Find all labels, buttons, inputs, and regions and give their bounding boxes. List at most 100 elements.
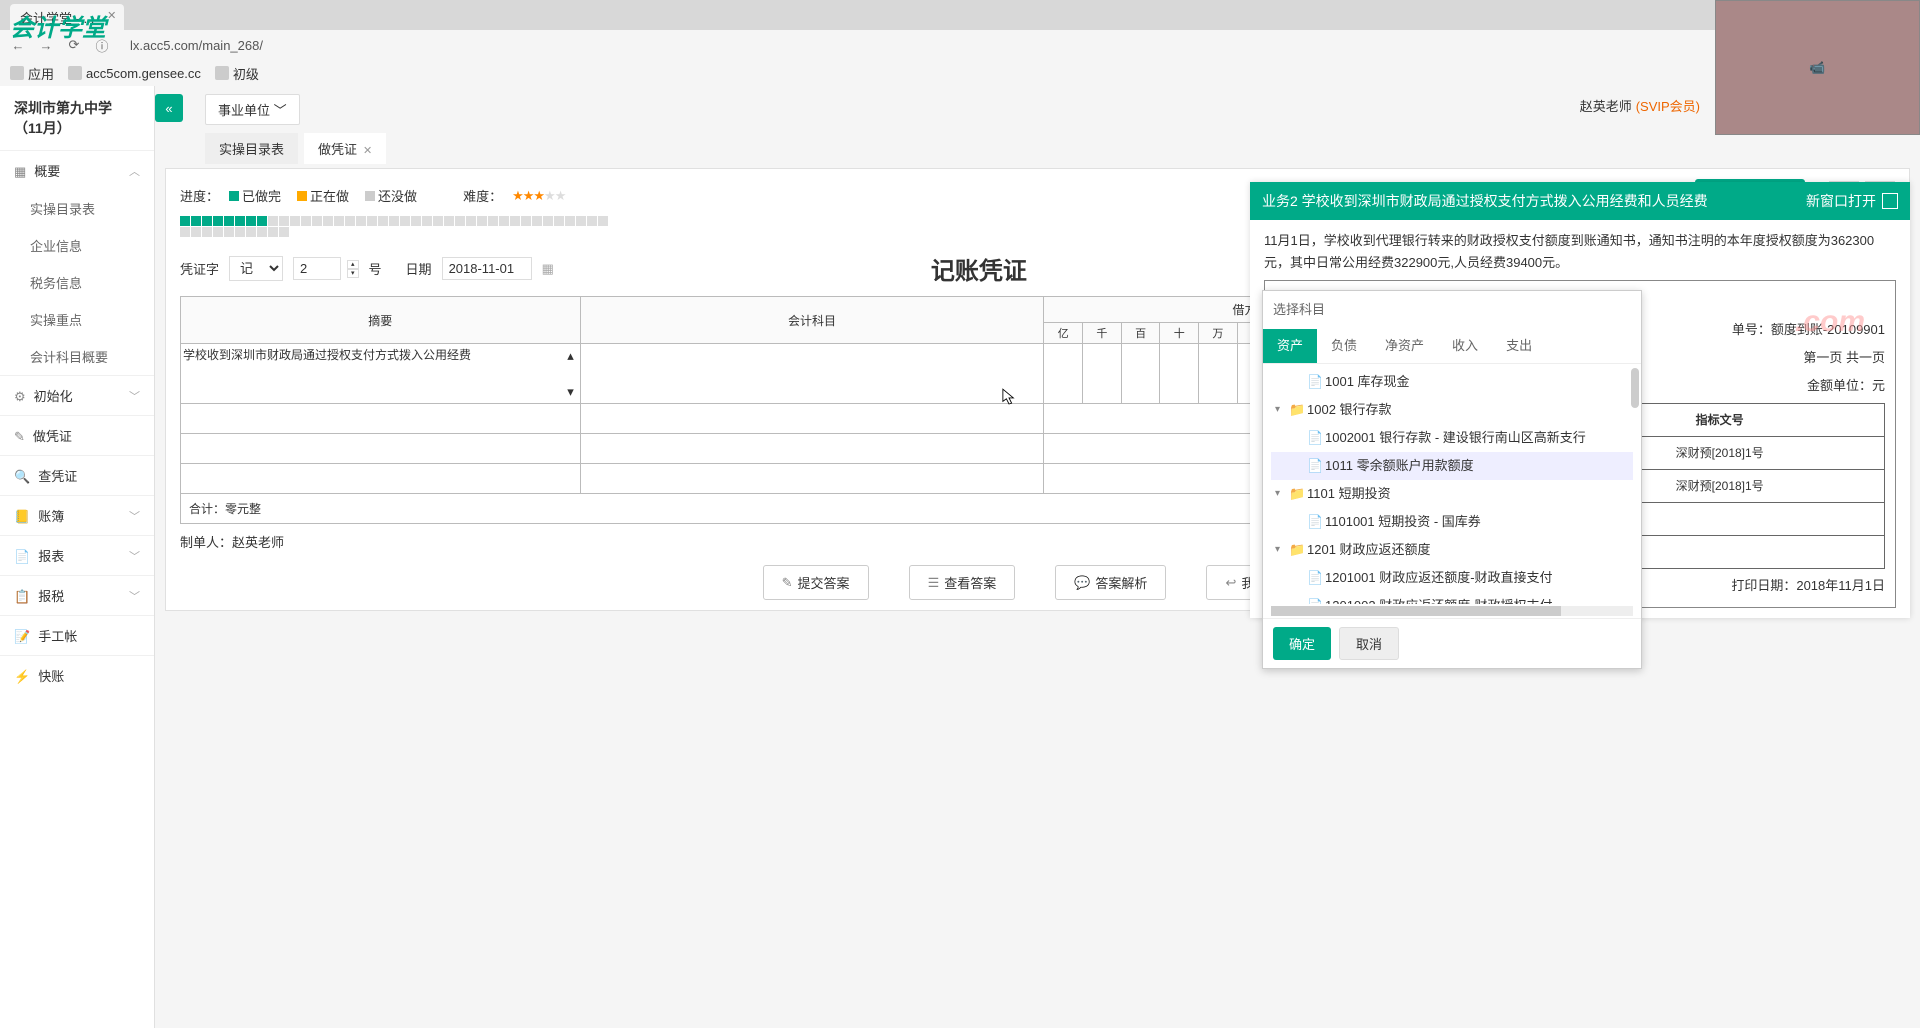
summary-cell[interactable]	[181, 434, 581, 464]
tree-node[interactable]: ▾📁1101 短期投资	[1271, 480, 1633, 508]
scrollbar[interactable]: ▴▾	[564, 348, 578, 400]
scroll-up-icon[interactable]: ▴	[564, 348, 578, 364]
h-scrollbar[interactable]	[1271, 606, 1633, 616]
progress-cell[interactable]	[301, 216, 311, 226]
progress-cell[interactable]	[257, 216, 267, 226]
progress-cell[interactable]	[202, 227, 212, 237]
sidebar-item-subjects[interactable]: 会计科目概要	[0, 338, 154, 375]
tree-node[interactable]: 📄1011 零余额账户用款额度	[1271, 452, 1633, 480]
ok-button[interactable]: 确定	[1273, 627, 1331, 660]
org-dropdown[interactable]: 事业单位 ﹀	[205, 94, 300, 125]
amount-digit[interactable]	[1044, 344, 1083, 404]
amount-digit[interactable]	[1121, 344, 1160, 404]
progress-cell[interactable]	[455, 216, 465, 226]
progress-cell[interactable]	[180, 216, 190, 226]
progress-cell[interactable]	[191, 227, 201, 237]
calendar-icon[interactable]: ▦	[542, 261, 554, 277]
progress-cell[interactable]	[400, 216, 410, 226]
close-icon[interactable]: ✕	[107, 9, 116, 22]
explain-button[interactable]: 💬答案解析	[1055, 565, 1166, 600]
progress-cell[interactable]	[378, 216, 388, 226]
tab-voucher[interactable]: 做凭证✕	[304, 133, 386, 164]
sidebar-group-overview[interactable]: ▦概要︿	[0, 150, 154, 190]
progress-cell[interactable]	[587, 216, 597, 226]
new-window-link[interactable]: 新窗口打开	[1806, 191, 1898, 211]
sidebar-item-catalog[interactable]: 实操目录表	[0, 190, 154, 227]
progress-cell[interactable]	[202, 216, 212, 226]
tree-node[interactable]: 📄1101001 短期投资 - 国库券	[1271, 508, 1633, 536]
amount-digit[interactable]	[1199, 344, 1238, 404]
progress-cell[interactable]	[213, 216, 223, 226]
spin-down-icon[interactable]: ▾	[347, 269, 359, 278]
picker-tab-income[interactable]: 收入	[1438, 329, 1492, 363]
progress-cell[interactable]	[279, 216, 289, 226]
progress-cell[interactable]	[444, 216, 454, 226]
sidebar-group-init[interactable]: ⚙初始化﹀	[0, 375, 154, 415]
progress-cell[interactable]	[488, 216, 498, 226]
picker-tab-expense[interactable]: 支出	[1492, 329, 1546, 363]
sidebar-group-quick[interactable]: ⚡快账	[0, 655, 154, 695]
progress-cell[interactable]	[356, 216, 366, 226]
progress-cell[interactable]	[213, 227, 223, 237]
progress-cell[interactable]	[411, 216, 421, 226]
view-answer-button[interactable]: ☰查看答案	[909, 565, 1016, 600]
progress-cell[interactable]	[554, 216, 564, 226]
progress-cell[interactable]	[268, 227, 278, 237]
progress-cell[interactable]	[191, 216, 201, 226]
progress-cell[interactable]	[180, 227, 190, 237]
bookmark-item[interactable]: 初级	[215, 64, 259, 83]
collapse-sidebar-button[interactable]: «	[155, 94, 183, 122]
picker-tab-net[interactable]: 净资产	[1371, 329, 1438, 363]
number-spinner[interactable]: ▴▾	[347, 260, 359, 278]
picker-tab-asset[interactable]: 资产	[1263, 329, 1317, 363]
scrollbar[interactable]	[1631, 368, 1639, 408]
progress-cell[interactable]	[521, 216, 531, 226]
progress-cell[interactable]	[433, 216, 443, 226]
progress-cell[interactable]	[510, 216, 520, 226]
sidebar-item-keypoints[interactable]: 实操重点	[0, 301, 154, 338]
scrollbar-thumb[interactable]	[1271, 606, 1561, 616]
progress-cell[interactable]	[235, 227, 245, 237]
apps-bookmark[interactable]: 应用	[10, 64, 54, 83]
sidebar-item-tax[interactable]: 税务信息	[0, 264, 154, 301]
expand-icon[interactable]: ▾	[1275, 399, 1285, 421]
progress-cell[interactable]	[532, 216, 542, 226]
progress-cell[interactable]	[477, 216, 487, 226]
close-icon[interactable]: ✕	[363, 145, 372, 157]
bookmark-item[interactable]: acc5com.gensee.cc	[68, 66, 201, 81]
tree-node[interactable]: ▾📁1002 银行存款	[1271, 396, 1633, 424]
progress-cell[interactable]	[422, 216, 432, 226]
progress-cell[interactable]	[323, 216, 333, 226]
summary-cell[interactable]	[181, 464, 581, 494]
progress-cell[interactable]	[257, 227, 267, 237]
subject-cell[interactable]	[580, 434, 1044, 464]
progress-cell[interactable]	[268, 216, 278, 226]
picker-tab-liab[interactable]: 负债	[1317, 329, 1371, 363]
sidebar-group-queryvoucher[interactable]: 🔍查凭证	[0, 455, 154, 495]
sidebar-group-report[interactable]: 📄报表﹀	[0, 535, 154, 575]
sidebar-group-manual[interactable]: 📝手工帐	[0, 615, 154, 655]
tree-node[interactable]: 📄1002001 银行存款 - 建设银行南山区高新支行	[1271, 424, 1633, 452]
sidebar-group-taxfile[interactable]: 📋报税﹀	[0, 575, 154, 615]
progress-cell[interactable]	[499, 216, 509, 226]
progress-cell[interactable]	[367, 216, 377, 226]
progress-cell[interactable]	[565, 216, 575, 226]
progress-cell[interactable]	[290, 216, 300, 226]
progress-cell[interactable]	[224, 216, 234, 226]
progress-cell[interactable]	[279, 227, 289, 237]
amount-digit[interactable]	[1083, 344, 1122, 404]
sidebar-group-makevoucher[interactable]: ✎做凭证	[0, 415, 154, 455]
tree-node[interactable]: 📄1201001 财政应返还额度-财政直接支付	[1271, 564, 1633, 592]
amount-digit[interactable]	[1160, 344, 1199, 404]
progress-cell[interactable]	[543, 216, 553, 226]
scroll-down-icon[interactable]: ▾	[564, 384, 578, 400]
progress-cell[interactable]	[224, 227, 234, 237]
cancel-button[interactable]: 取消	[1339, 627, 1399, 660]
progress-cell[interactable]	[389, 216, 399, 226]
subject-cell[interactable]	[580, 464, 1044, 494]
sidebar-group-books[interactable]: 📒账簿﹀	[0, 495, 154, 535]
voucher-type-select[interactable]: 记	[229, 256, 283, 281]
progress-cell[interactable]	[246, 227, 256, 237]
voucher-date-input[interactable]	[442, 257, 532, 280]
expand-icon[interactable]: ▾	[1275, 539, 1285, 561]
